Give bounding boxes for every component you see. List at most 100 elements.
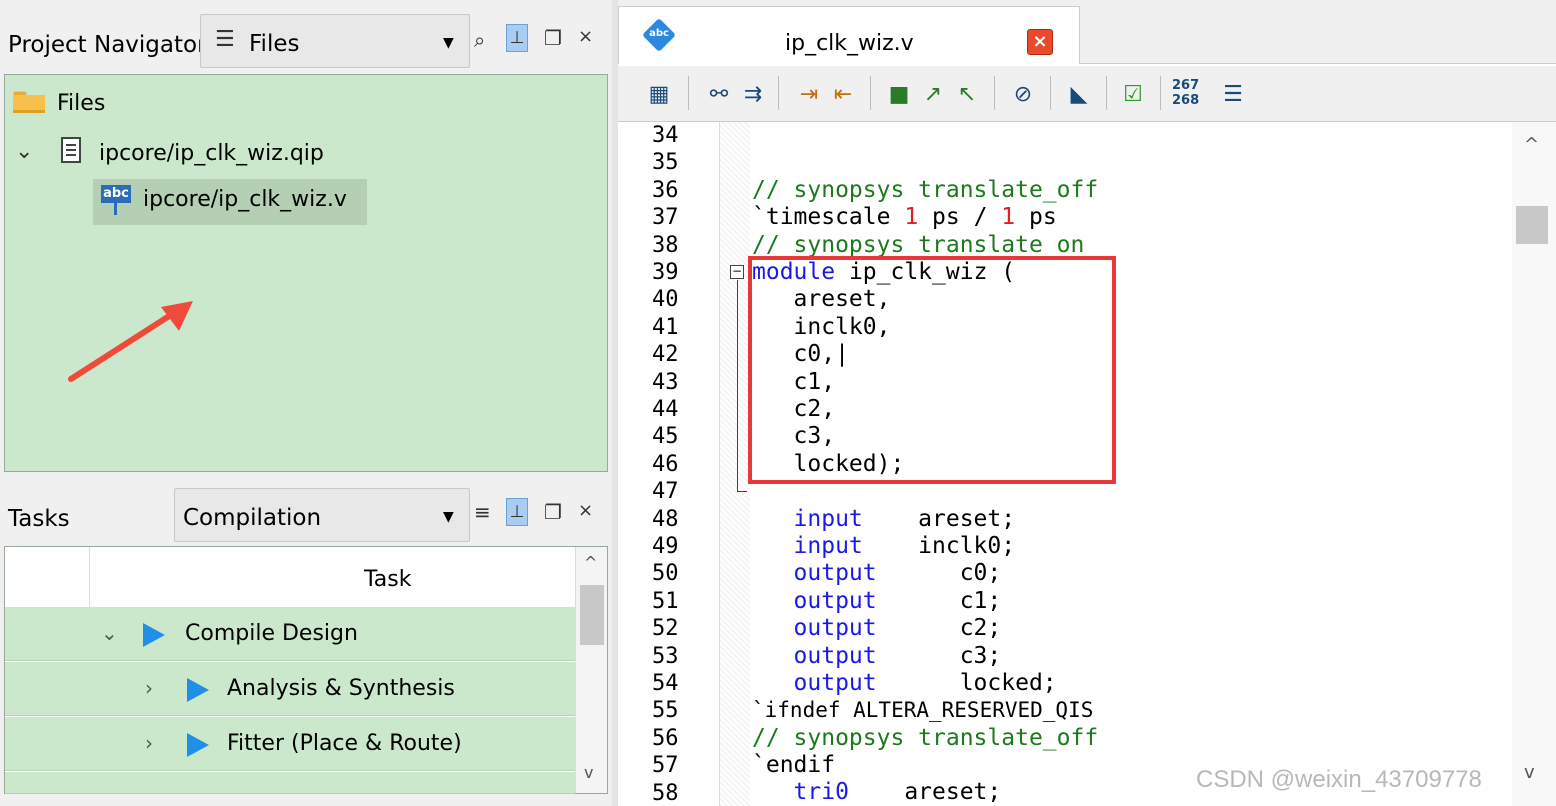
task-row-partial[interactable] [5, 772, 575, 794]
line-number: 52 [652, 616, 679, 642]
search-icon[interactable]: ⌕ [474, 28, 485, 52]
tasks-flow-combo[interactable]: Compilation ▼ [174, 488, 470, 542]
code-line: // synopsys translate_off [752, 177, 1099, 203]
float-window-icon[interactable]: ❐ [544, 26, 562, 50]
play-icon[interactable] [187, 678, 209, 702]
line-number: 48 [652, 506, 679, 532]
code-line: // synopsys translate_off [752, 725, 1099, 751]
play-icon[interactable] [143, 623, 165, 647]
fold-guide [737, 280, 738, 492]
line-number: 46 [652, 451, 679, 477]
scroll-down-icon[interactable]: v [1524, 762, 1535, 783]
line-number: 40 [652, 287, 679, 313]
scroll-thumb[interactable] [1516, 206, 1548, 244]
line-number: 45 [652, 424, 679, 450]
tree-item-qip[interactable]: ⌄ ipcore/ip_clk_wiz.qip [5, 127, 605, 177]
tasks-scrollbar[interactable]: ^ v [575, 547, 607, 793]
tree-root-label: Files [57, 91, 106, 116]
scroll-up-icon[interactable]: ^ [584, 553, 597, 572]
fold-collapse-icon[interactable]: − [730, 265, 744, 279]
document-list-icon: ☰ [215, 27, 235, 52]
play-icon[interactable] [187, 733, 209, 757]
scroll-up-icon[interactable]: ^ [1524, 134, 1539, 155]
chevron-right-icon[interactable]: › [145, 731, 153, 755]
line-number: 36 [652, 177, 679, 203]
editor-scrollbar[interactable]: ^ v [1512, 122, 1556, 806]
tree-root-files[interactable]: Files [5, 75, 605, 125]
code-line: input areset; [752, 506, 1016, 532]
code-line: output locked; [752, 670, 1057, 696]
navigator-combo-value: Files [249, 31, 300, 57]
pin-icon[interactable]: ⊥ [506, 498, 528, 526]
window-icon[interactable]: ▦ [644, 80, 674, 110]
check-icon[interactable]: ☑ [1118, 80, 1148, 110]
code-editor: abc ip_clk_wiz.v × ▦ ⚯ ⇉ ⇥ ⇤ ■ ↗ ↖ ⊘ ◣ ☑… [618, 0, 1556, 806]
line-number: 44 [652, 397, 679, 422]
close-icon[interactable]: × [578, 500, 593, 521]
folder-icon [13, 91, 45, 113]
line-number: 49 [652, 534, 679, 559]
editor-tab[interactable]: abc ip_clk_wiz.v × [618, 6, 1080, 64]
navigator-view-combo[interactable]: ☰ Files ▼ [200, 14, 470, 68]
tree-item-label: ipcore/ip_clk_wiz.v [143, 187, 347, 212]
chevron-down-icon[interactable]: ⌄ [15, 139, 33, 164]
tab-title: ip_clk_wiz.v [785, 31, 914, 56]
tasks-column-header[interactable]: Task [89, 547, 575, 607]
close-tab-icon[interactable]: × [1027, 29, 1053, 55]
scroll-thumb[interactable] [580, 585, 604, 645]
bookmark-icon[interactable]: ■ [884, 80, 914, 110]
chevron-right-icon[interactable]: › [145, 676, 153, 700]
float-window-icon[interactable]: ❐ [544, 500, 562, 524]
binoculars-icon[interactable]: ⚯ [704, 80, 734, 110]
code-line: `timescale 1 ps / 1 ps [752, 204, 1057, 230]
outdent-icon[interactable]: ⇤ [828, 80, 858, 110]
files-tree: Files ⌄ ipcore/ip_clk_wiz.qip abc ipcore… [4, 74, 608, 472]
code-line: tri0 areset; [752, 779, 1002, 805]
task-label: Analysis & Synthesis [227, 676, 455, 701]
line-number: 51 [652, 588, 679, 614]
line-number: 57 [652, 753, 679, 779]
verilog-file-icon: abc [642, 18, 677, 52]
indent-icon[interactable]: ⇥ [794, 80, 824, 110]
task-column-label: Task [364, 567, 412, 592]
goto-line-icon[interactable]: 267 268 [1172, 78, 1199, 108]
template-icon[interactable]: ◣ [1064, 80, 1094, 110]
attach-icon[interactable]: ⊘ [1008, 80, 1038, 110]
line-number: 47 [652, 479, 679, 505]
close-icon[interactable]: × [578, 26, 593, 47]
watermark: CSDN @weixin_43709778 [1196, 766, 1482, 793]
scroll-down-icon[interactable]: v [584, 763, 593, 782]
line-number: 50 [652, 561, 679, 587]
find-next-icon[interactable]: ⇉ [738, 80, 768, 110]
dropdown-icon[interactable]: ▼ [443, 35, 454, 51]
tasks-table: Task ⌄ Compile Design › Analysis & Synth… [4, 546, 608, 794]
line-number: 34 [652, 123, 679, 148]
tasks-header: Tasks Compilation ▼ ≡ ⊥ ❐ × [0, 482, 612, 546]
code-line: `endif [752, 752, 836, 778]
task-row-analysis-synthesis[interactable]: › Analysis & Synthesis [5, 662, 575, 716]
previous-bookmark-icon[interactable]: ↖ [952, 80, 982, 110]
project-navigator-title: Project Navigator [8, 32, 207, 58]
next-bookmark-icon[interactable]: ↗ [918, 80, 948, 110]
task-row-fitter[interactable]: › Fitter (Place & Route) [5, 717, 575, 771]
line-number: 43 [652, 369, 679, 395]
line-number: 37 [652, 205, 679, 231]
fold-guide-end [737, 491, 747, 492]
line-numbers-icon[interactable]: ☰ [1218, 80, 1248, 110]
pin-icon[interactable]: ⊥ [506, 24, 528, 52]
line-number: 42 [652, 342, 679, 368]
dropdown-icon[interactable]: ▼ [443, 509, 454, 525]
menu-icon[interactable]: ≡ [474, 500, 491, 524]
line-number: 55 [652, 698, 679, 724]
line-number: 56 [652, 725, 679, 751]
line-number: 39 [652, 260, 679, 285]
tree-item-label: ipcore/ip_clk_wiz.qip [99, 141, 324, 166]
fold-margin [720, 122, 750, 806]
highlight-box [748, 256, 1116, 484]
line-number-gutter: 34 35 36 37 38 39 40 41 42 43 44 45 46 47 48 49 50 51 52 53… [618, 122, 720, 806]
line-number: 35 [652, 150, 679, 176]
line-number: 41 [652, 314, 679, 340]
chevron-down-icon[interactable]: ⌄ [101, 621, 118, 645]
line-number: 54 [652, 671, 679, 696]
task-row-compile-design[interactable]: ⌄ Compile Design [5, 607, 575, 661]
